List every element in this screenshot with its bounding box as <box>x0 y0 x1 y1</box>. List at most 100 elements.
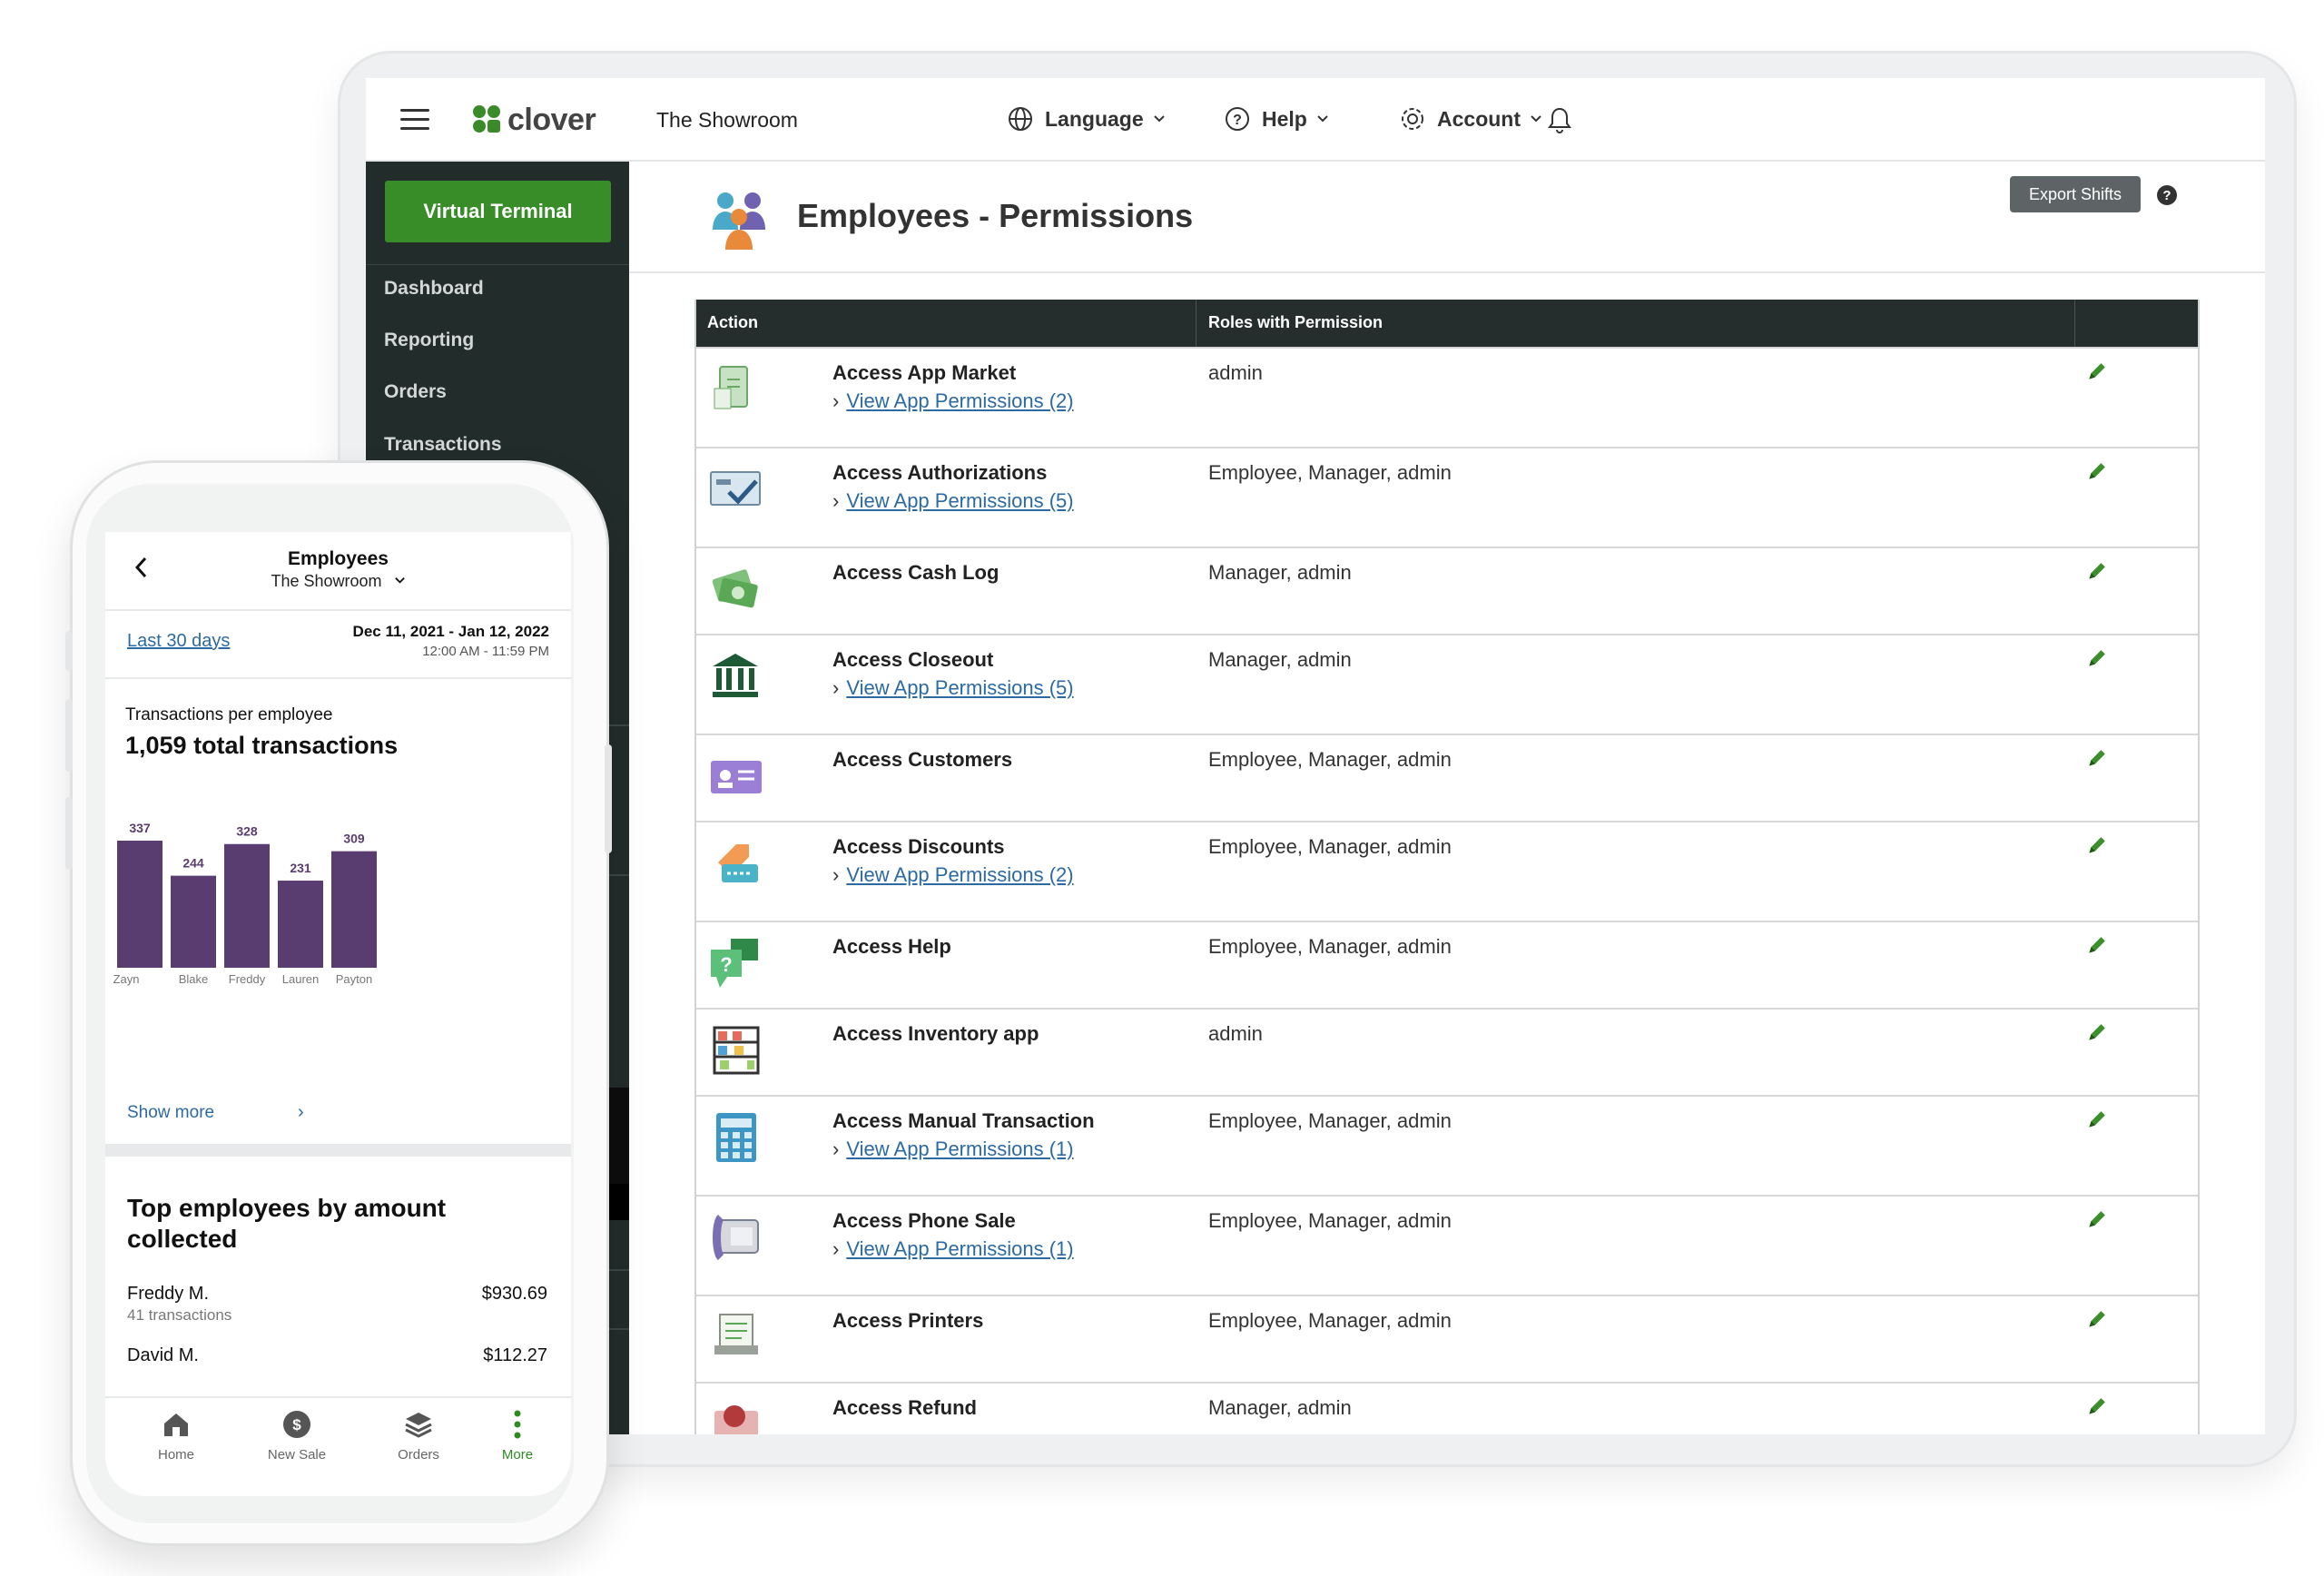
menu-icon[interactable] <box>400 109 429 131</box>
permission-name: Access Phone Sale <box>832 1209 1016 1232</box>
chevron-right-icon: › <box>832 863 840 886</box>
permission-roles: Employee, Manager, admin <box>1208 748 1452 771</box>
virtual-terminal-button[interactable]: Virtual Terminal <box>385 181 611 242</box>
edit-pencil-icon[interactable] <box>2085 1109 2107 1131</box>
table-row: Access Printers Employee, Manager, admin <box>696 1295 2198 1382</box>
clover-leaf-icon <box>473 105 500 133</box>
view-app-permissions-link[interactable]: › View App Permissions (1) <box>832 1237 1074 1261</box>
category-label: Zayn <box>113 972 140 986</box>
phone-side-button <box>65 797 73 870</box>
bar-zayn[interactable] <box>117 841 162 968</box>
phone-merchant-selector[interactable]: The Showroom <box>105 572 571 591</box>
nav-new-sale[interactable]: $ New Sale <box>256 1409 338 1463</box>
sidebar-item-reporting[interactable]: Reporting <box>384 330 474 351</box>
phone-subtitle: The Showroom <box>271 572 382 590</box>
permission-roles: Manager, admin <box>1208 1396 1352 1419</box>
sidebar-divider <box>366 264 629 265</box>
view-app-permissions-link[interactable]: › View App Permissions (2) <box>832 389 1074 413</box>
chevron-right-icon: › <box>832 389 840 412</box>
view-app-permissions-link[interactable]: › View App Permissions (5) <box>832 676 1074 700</box>
bar-blake[interactable] <box>171 875 216 968</box>
permission-name: Access Customers <box>832 748 1013 771</box>
gear-icon <box>1402 108 1423 130</box>
divider <box>105 609 571 611</box>
chevron-right-icon[interactable]: › <box>298 1102 304 1123</box>
account-menu[interactable]: Account <box>1399 105 1542 133</box>
bell-icon[interactable] <box>1546 105 1573 134</box>
edit-pencil-icon[interactable] <box>2085 461 2107 483</box>
view-app-permissions-link[interactable]: › View App Permissions (5) <box>832 489 1074 513</box>
permission-roles: Employee, Manager, admin <box>1208 1109 1452 1132</box>
table-row: Access Closeout › View App Permissions (5)… <box>696 634 2198 734</box>
help-icon[interactable]: ? <box>2157 185 2177 205</box>
employee-name: David M. <box>127 1345 199 1365</box>
inventory-shelf-icon <box>713 1026 760 1075</box>
bar-payton[interactable] <box>331 851 377 968</box>
edit-pencil-icon[interactable] <box>2085 835 2107 857</box>
date-range-link[interactable]: Last 30 days <box>127 631 230 652</box>
permission-name: Access App Market <box>832 361 1017 384</box>
more-vertical-icon <box>514 1410 521 1439</box>
view-app-permissions-link[interactable]: › View App Permissions (2) <box>832 863 1074 887</box>
table-row: Access Customers Employee, Manager, admin <box>696 734 2198 821</box>
employee-amount: $930.69 <box>481 1284 547 1304</box>
nav-label: Orders <box>398 1447 439 1463</box>
divider <box>105 677 571 679</box>
edit-pencil-icon[interactable] <box>2085 648 2107 670</box>
permission-name: Access Printers <box>832 1309 984 1332</box>
sidebar-item-transactions[interactable]: Transactions <box>384 434 502 456</box>
clover-logo[interactable]: clover <box>471 102 596 138</box>
phone-icon <box>713 1215 759 1260</box>
chevron-right-icon: › <box>832 676 840 699</box>
export-shifts-button[interactable]: Export Shifts <box>2010 176 2141 212</box>
phone-side-button <box>65 631 73 671</box>
cash-icon <box>712 569 758 608</box>
help-chat-icon: ? <box>711 939 758 988</box>
calculator-icon <box>716 1113 756 1162</box>
chevron-down-icon <box>1153 115 1165 123</box>
bar-value-label: 337 <box>129 821 151 835</box>
link-label: View App Permissions (5) <box>846 489 1074 512</box>
link-label: View App Permissions (2) <box>846 863 1074 886</box>
chevron-right-icon: › <box>832 1138 840 1160</box>
merchant-name[interactable]: The Showroom <box>656 108 798 133</box>
nav-more[interactable]: More <box>477 1409 558 1463</box>
table-row: Access Cash Log Manager, admin <box>696 547 2198 634</box>
nav-home[interactable]: Home <box>135 1409 217 1463</box>
table-header: Action Roles with Permission <box>696 300 2198 347</box>
top-bar: clover The Showroom Language ? Help Acco… <box>366 78 2265 162</box>
bottom-nav-bar: Home $ New Sale Orders More <box>105 1396 571 1496</box>
edit-pencil-icon[interactable] <box>2085 1309 2107 1331</box>
bar-value-label: 328 <box>236 824 258 839</box>
main-content: Employees - Permissions Export Shifts ? … <box>629 162 2265 1434</box>
section-divider <box>105 1144 571 1157</box>
bar-freddy[interactable] <box>224 843 270 968</box>
sidebar-item-dashboard[interactable]: Dashboard <box>384 278 484 300</box>
nav-label: Home <box>157 1447 194 1463</box>
time-range: 12:00 AM - 11:59 PM <box>422 644 549 659</box>
edit-pencil-icon[interactable] <box>2085 1022 2107 1044</box>
view-app-permissions-link[interactable]: › View App Permissions (1) <box>832 1138 1074 1161</box>
bar-value-label: 309 <box>343 832 365 846</box>
help-menu[interactable]: ? Help <box>1224 105 1329 133</box>
category-label: Lauren <box>282 972 319 986</box>
permission-roles: Employee, Manager, admin <box>1208 1209 1452 1232</box>
employee-amount: $112.27 <box>483 1345 547 1365</box>
edit-pencil-icon[interactable] <box>2085 1209 2107 1231</box>
edit-pencil-icon[interactable] <box>2085 561 2107 583</box>
employee-transactions: 41 transactions <box>127 1306 232 1324</box>
bar-lauren[interactable] <box>278 881 323 968</box>
phone-side-button <box>65 699 73 772</box>
edit-pencil-icon[interactable] <box>2085 361 2107 383</box>
edit-pencil-icon[interactable] <box>2085 1396 2107 1418</box>
table-row: Access Authorizations › View App Permissio… <box>696 447 2198 547</box>
edit-pencil-icon[interactable] <box>2085 935 2107 957</box>
sidebar-item-orders[interactable]: Orders <box>384 381 447 403</box>
dashboard-screen: clover The Showroom Language ? Help Acco… <box>366 78 2265 1434</box>
language-menu[interactable]: Language <box>1007 105 1166 133</box>
nav-orders[interactable]: Orders <box>378 1409 459 1463</box>
show-more-link[interactable]: Show more <box>127 1103 214 1123</box>
edit-pencil-icon[interactable] <box>2085 748 2107 770</box>
home-icon <box>164 1413 188 1436</box>
category-label: Payton <box>336 972 372 986</box>
